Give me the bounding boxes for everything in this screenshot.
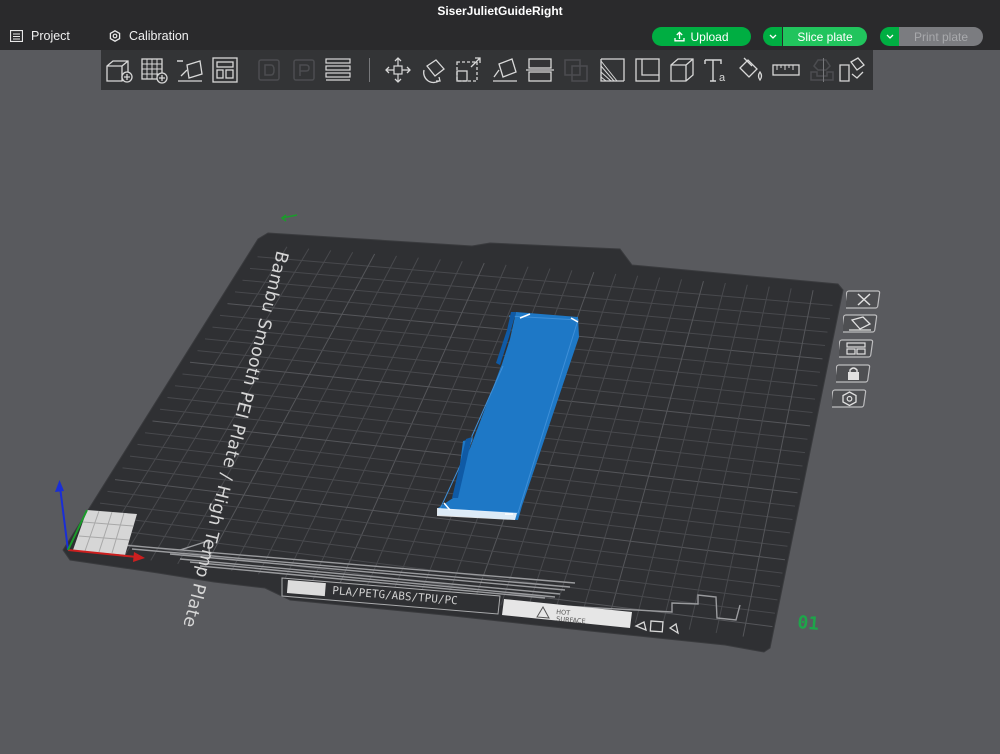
calibration-menu[interactable]: Calibration (109, 22, 189, 50)
slice-plate-button[interactable]: Slice plate (783, 27, 867, 46)
add-plate-button[interactable] (139, 56, 169, 84)
project-label: Project (31, 29, 70, 43)
lock-plate-button[interactable] (836, 364, 872, 384)
plate-settings-icon (832, 389, 867, 408)
scale-icon (456, 57, 481, 82)
orient-plate-icon (843, 314, 878, 333)
measure-button[interactable] (771, 56, 801, 84)
measure-icon (772, 64, 800, 76)
split-parts-icon (293, 59, 315, 81)
add-object-button[interactable] (104, 56, 134, 84)
close-plate-icon (846, 290, 881, 309)
upload-icon (674, 31, 686, 42)
move-icon (385, 57, 411, 83)
slice-plate-label: Slice plate (797, 29, 853, 44)
assembly-view-button[interactable] (837, 56, 867, 84)
auto-orient-button[interactable] (175, 56, 205, 84)
toolbar-separator (823, 58, 824, 82)
calibration-icon (109, 30, 121, 42)
split-objects-icon (258, 59, 280, 81)
toolbar-separator (369, 58, 370, 82)
svg-text:a: a (719, 72, 726, 84)
cut-button[interactable] (525, 56, 555, 84)
calibration-label: Calibration (129, 29, 189, 43)
upload-button[interactable]: Upload (652, 27, 751, 46)
plate-number: 01 (797, 612, 820, 635)
support-paint-icon (600, 58, 625, 82)
print-plate-label: Print plate (913, 29, 969, 44)
add-object-icon (106, 60, 133, 83)
split-objects-button[interactable] (254, 56, 284, 84)
3d-viewport[interactable]: PLA/PETG/ABS/TPU/PC HOT SURFACE Bambu Sm… (0, 90, 1000, 754)
variable-layer-icon (670, 58, 694, 82)
assembly-icon (810, 59, 834, 81)
text-icon: a (704, 59, 726, 84)
seam-paint-icon (635, 58, 660, 82)
print-plate-button[interactable]: Print plate (899, 27, 983, 46)
arrange-plate-button[interactable] (839, 339, 875, 359)
lay-on-face-button[interactable] (490, 56, 520, 84)
plate-settings-button[interactable] (832, 389, 868, 409)
close-plate-button[interactable] (846, 290, 882, 310)
main-toolbar: a (101, 50, 873, 90)
rotate-button[interactable] (419, 56, 449, 84)
boolean-icon (564, 59, 588, 82)
menu-bar: Project Calibration Upload Slice plate P… (0, 22, 1000, 50)
boolean-button[interactable] (561, 56, 591, 84)
color-paint-button[interactable] (736, 56, 766, 84)
orient-plate-button[interactable] (843, 314, 879, 334)
layers-icon (325, 58, 351, 81)
variable-layer-button[interactable] (667, 56, 697, 84)
assembly-view-icon (839, 57, 865, 82)
lay-on-face-icon (493, 58, 517, 82)
upload-label: Upload (690, 29, 729, 44)
project-icon (10, 30, 23, 42)
text-button[interactable]: a (702, 56, 732, 84)
scene-canvas[interactable]: PLA/PETG/ABS/TPU/PC HOT SURFACE Bambu Sm… (0, 90, 1000, 754)
layers-button[interactable] (323, 56, 353, 84)
auto-orient-icon (177, 60, 203, 82)
chevron-down-icon (886, 34, 893, 39)
color-paint-icon (739, 57, 763, 82)
add-plate-icon (141, 58, 168, 84)
window-title: SiserJulietGuideRight (0, 0, 1000, 22)
arrange-button[interactable] (210, 56, 240, 84)
split-parts-button[interactable] (289, 56, 319, 84)
lock-plate-icon (836, 364, 871, 383)
arrange-plate-icon (839, 339, 874, 358)
support-paint-button[interactable] (598, 56, 628, 84)
scale-button[interactable] (454, 56, 484, 84)
arrange-icon (212, 57, 238, 83)
move-button[interactable] (383, 56, 413, 84)
assembly-button[interactable] (807, 56, 837, 84)
print-dropdown-button[interactable] (880, 27, 899, 46)
rotate-icon (423, 59, 445, 84)
project-menu[interactable]: Project (10, 22, 70, 50)
cut-icon (526, 58, 554, 82)
seam-paint-button[interactable] (633, 56, 663, 84)
chevron-down-icon (769, 34, 776, 39)
slice-dropdown-button[interactable] (763, 27, 782, 46)
